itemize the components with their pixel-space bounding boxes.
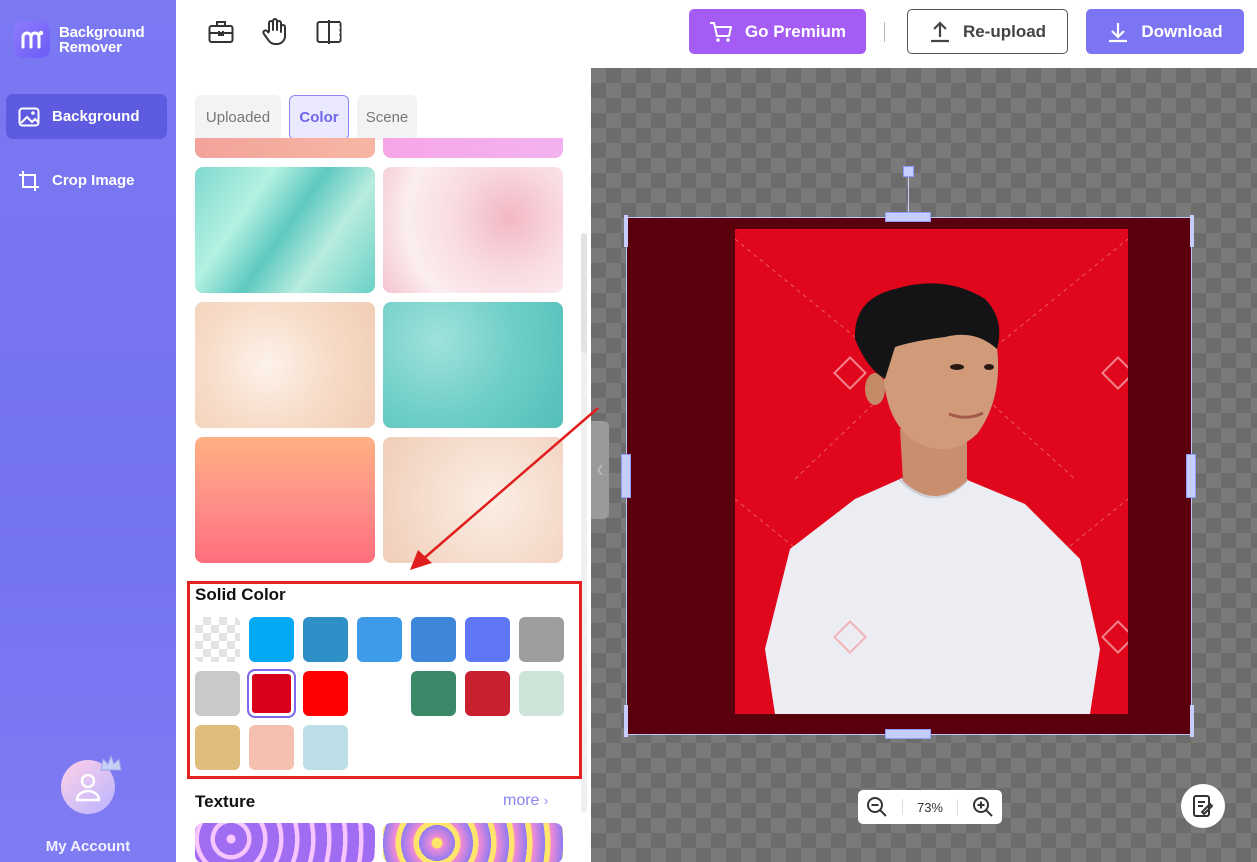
- crown-icon: [100, 754, 122, 771]
- annotation-highlight-box: [187, 581, 582, 779]
- tab-scene[interactable]: Scene: [357, 95, 417, 140]
- app-logo[interactable]: Background Remover: [14, 22, 145, 58]
- go-premium-label: Go Premium: [744, 21, 847, 41]
- corner-handle-bottom-right[interactable]: [1186, 705, 1194, 737]
- user-icon: [75, 773, 101, 802]
- feedback-button[interactable]: [1181, 784, 1225, 828]
- sidebar-item-crop-image[interactable]: Crop Image: [6, 158, 167, 203]
- hand-icon: [262, 18, 286, 45]
- zoom-divider: [956, 799, 958, 815]
- corner-handle-top-right[interactable]: [1186, 215, 1194, 247]
- pan-button[interactable]: [261, 18, 289, 46]
- briefcase-icon: [208, 21, 234, 43]
- subject-photo[interactable]: [735, 229, 1128, 714]
- re-upload-label: Re-upload: [962, 21, 1047, 41]
- chevron-right-icon: ›: [543, 793, 549, 808]
- zoom-out-icon[interactable]: [866, 796, 888, 818]
- annotation-arrow: [410, 407, 599, 570]
- toolbar-divider: [884, 22, 885, 42]
- corner-handle-bottom-left[interactable]: [624, 705, 632, 737]
- tab-uploaded[interactable]: Uploaded: [195, 95, 281, 140]
- re-upload-button[interactable]: Re-upload: [907, 9, 1068, 54]
- media-io-logo-icon: [14, 22, 50, 58]
- app-name-line1: Background: [59, 24, 145, 41]
- compare-icon: [316, 20, 342, 44]
- avatar[interactable]: [61, 754, 122, 814]
- zoom-level: 73%: [916, 799, 943, 815]
- sidebar-item-label: Crop Image: [52, 172, 135, 189]
- more-label: more: [503, 792, 540, 809]
- purple-flower-texture-thumbnail[interactable]: [195, 823, 375, 862]
- crop-icon: [19, 170, 39, 191]
- app-name: Background Remover: [59, 25, 145, 55]
- sidebar: Background Remover Background Crop Image…: [0, 0, 176, 862]
- pink-watercolor-thumbnail[interactable]: [383, 167, 563, 293]
- floral-texture-thumbnail[interactable]: [383, 823, 563, 862]
- image-icon: [18, 107, 40, 126]
- person-photo-icon: [735, 238, 1128, 714]
- corner-handle-top-left[interactable]: [624, 215, 632, 247]
- zoom-in-icon[interactable]: [972, 796, 994, 818]
- zoom-divider: [901, 799, 903, 815]
- sidebar-item-label: Background: [52, 108, 140, 125]
- upload-icon: [930, 20, 949, 42]
- rotate-handle[interactable]: [903, 166, 914, 177]
- top-toolbar: Go Premium Re-upload Download: [176, 0, 1257, 68]
- app-name-line2: Remover: [59, 39, 122, 56]
- resize-handle-bottom[interactable]: [885, 729, 931, 739]
- gradient-thumbnail[interactable]: [383, 138, 563, 158]
- compare-button[interactable]: [315, 18, 343, 46]
- tab-color[interactable]: Color: [289, 95, 349, 140]
- download-button[interactable]: Download: [1086, 9, 1244, 54]
- teal-silk-thumbnail[interactable]: [195, 167, 375, 293]
- my-account-label: My Account: [45, 838, 131, 855]
- resize-handle-right[interactable]: [1186, 454, 1196, 498]
- resize-handle-top[interactable]: [885, 212, 931, 222]
- peach-watercolor-thumbnail[interactable]: [195, 302, 375, 428]
- background-tabs: Uploaded Color Scene: [195, 95, 425, 140]
- note-edit-icon: [1193, 795, 1214, 817]
- gradient-thumbnail[interactable]: [195, 138, 375, 158]
- go-premium-button[interactable]: Go Premium: [689, 9, 866, 54]
- resize-handle-left[interactable]: [621, 454, 631, 498]
- rotate-handle-line: [908, 177, 909, 213]
- texture-title: Texture: [195, 792, 256, 811]
- zoom-controls: 73%: [858, 790, 1002, 824]
- download-icon: [1109, 22, 1128, 42]
- toolbox-button[interactable]: [207, 18, 235, 46]
- sidebar-item-background[interactable]: Background: [6, 94, 167, 139]
- panel-scrollbar-thumb[interactable]: [581, 233, 587, 353]
- my-account[interactable]: My Account: [0, 754, 176, 855]
- texture-more-link[interactable]: more ›: [503, 792, 548, 810]
- coral-gradient-thumbnail[interactable]: [195, 437, 375, 563]
- download-label: Download: [1141, 21, 1223, 41]
- cart-icon: [709, 21, 732, 42]
